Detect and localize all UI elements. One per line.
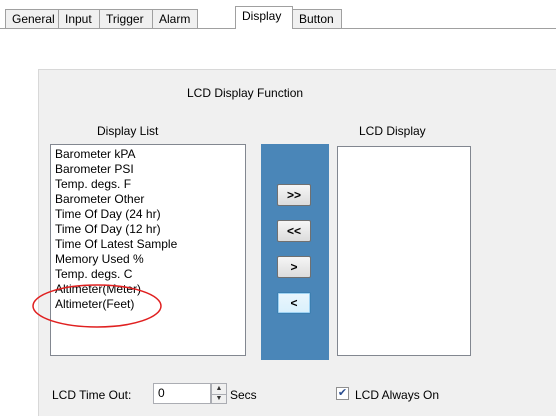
timeout-label: LCD Time Out: — [52, 388, 132, 402]
display-list-label: Display List — [97, 124, 159, 138]
always-on-checkbox[interactable]: ✔ — [336, 387, 349, 400]
list-item[interactable]: Time Of Latest Sample — [51, 237, 245, 252]
spin-down-icon[interactable]: ▼ — [212, 394, 226, 404]
list-item[interactable]: Barometer Other — [51, 192, 245, 207]
list-item[interactable]: Barometer kPA — [51, 147, 245, 162]
add-all-button[interactable]: >> — [277, 184, 311, 206]
tab-alarm[interactable]: Alarm — [152, 9, 198, 28]
mover-button-panel: >> << > < — [261, 144, 329, 360]
timeout-unit: Secs — [230, 388, 257, 402]
list-item[interactable]: Temp. degs. F — [51, 177, 245, 192]
remove-one-button[interactable]: < — [277, 292, 311, 314]
timeout-spinner[interactable]: ▲ ▼ — [211, 383, 227, 404]
section-title: LCD Display Function — [187, 86, 304, 100]
always-on-label: LCD Always On — [355, 388, 440, 402]
list-item[interactable]: Time Of Day (12 hr) — [51, 222, 245, 237]
lcd-display-list[interactable] — [337, 146, 471, 356]
list-item[interactable]: Temp. degs. C — [51, 267, 245, 282]
tab-input[interactable]: Input — [58, 9, 100, 28]
list-item[interactable]: Memory Used % — [51, 252, 245, 267]
display-list[interactable]: Barometer kPA Barometer PSI Temp. degs. … — [50, 144, 246, 356]
tab-general[interactable]: General — [5, 9, 59, 28]
lcd-display-panel: LCD Display Function Display List LCD Di… — [38, 69, 556, 416]
add-one-button[interactable]: > — [277, 256, 311, 278]
tab-button[interactable]: Button — [292, 9, 342, 28]
timeout-input[interactable]: 0 — [153, 383, 211, 404]
list-item[interactable]: Time Of Day (24 hr) — [51, 207, 245, 222]
tab-trigger[interactable]: Trigger — [99, 9, 153, 28]
tab-display[interactable]: Display — [235, 6, 293, 29]
remove-all-button[interactable]: << — [277, 220, 311, 242]
list-item[interactable]: Barometer PSI — [51, 162, 245, 177]
list-item[interactable]: Altimeter(Meter) — [51, 282, 245, 297]
lcd-display-label: LCD Display — [359, 124, 426, 138]
list-item[interactable]: Altimeter(Feet) — [51, 297, 245, 312]
